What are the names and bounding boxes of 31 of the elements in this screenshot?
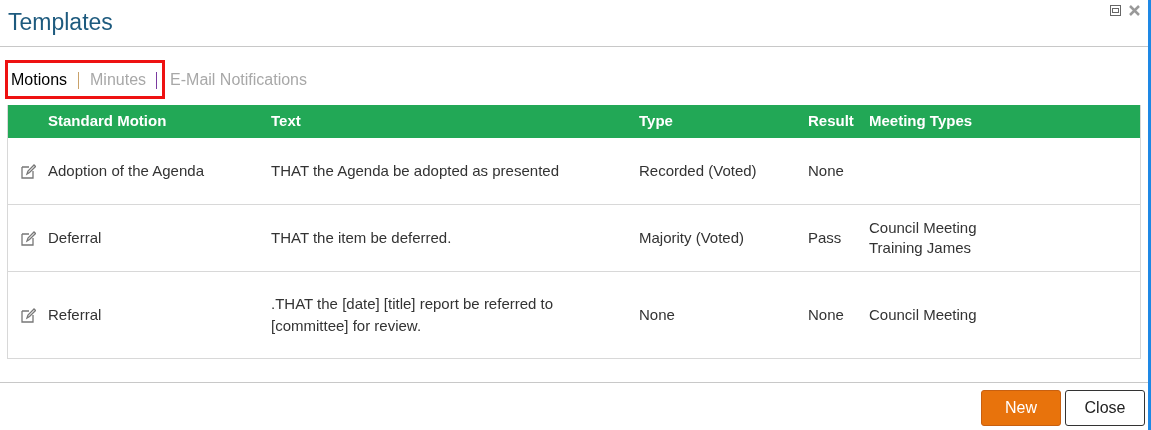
- edit-icon[interactable]: [20, 230, 36, 246]
- table-cell-text: Council Meeting: [869, 218, 978, 238]
- table-cell: None: [639, 305, 675, 323]
- column-header: Meeting Types: [869, 112, 973, 130]
- button[interactable]: Close: [1065, 390, 1145, 426]
- window-title: Templates: [7, 8, 113, 36]
- table-cell: THAT the Agenda be adopted as presented: [271, 161, 559, 179]
- table-cell: Deferral: [48, 228, 102, 246]
- table-cell: None: [808, 305, 844, 323]
- table-cell-text: Training James: [869, 238, 972, 258]
- tab[interactable]: Motions: [11, 68, 68, 92]
- table-cell: None: [808, 161, 844, 179]
- column-header: Result: [808, 112, 854, 130]
- edit-icon[interactable]: [20, 163, 36, 179]
- close-icon[interactable]: [1129, 5, 1140, 16]
- tab[interactable]: E-Mail Notifications: [170, 68, 307, 92]
- maximize-icon[interactable]: [1110, 5, 1121, 16]
- table-cell: Majority (Voted): [639, 228, 745, 246]
- button[interactable]: New: [981, 390, 1061, 426]
- table-cell: Recorded (Voted): [639, 161, 757, 179]
- table-cell: Referral: [48, 305, 102, 323]
- column-header: Text: [271, 112, 301, 130]
- table-cell: .THAT the [date] [title] report be referred to [committee] for review.: [271, 294, 554, 334]
- tab[interactable]: Minutes: [90, 68, 147, 92]
- table-cell-text: Council Meeting: [869, 305, 978, 325]
- table-cell: Pass: [808, 228, 842, 246]
- table-cell: THAT the item be deferred.: [271, 228, 452, 246]
- table-cell: Adoption of the Agenda: [48, 161, 204, 179]
- column-header: Standard Motion: [48, 112, 167, 130]
- column-header: Type: [639, 112, 673, 130]
- edit-icon[interactable]: [20, 307, 36, 323]
